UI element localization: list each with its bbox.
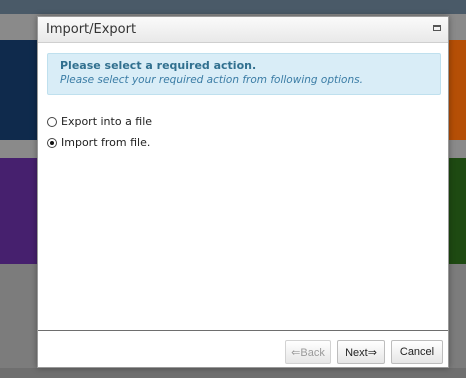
- back-button[interactable]: ⇐Back: [285, 340, 331, 364]
- cancel-button[interactable]: Cancel: [391, 340, 443, 364]
- background-bottom: [0, 368, 466, 378]
- footer-divider: [38, 330, 448, 331]
- info-alert: Please select a required action. Please …: [47, 53, 441, 95]
- background-tile-gray-left: [0, 264, 40, 378]
- export-label[interactable]: Export into a file: [61, 115, 152, 128]
- alert-title: Please select a required action.: [60, 59, 257, 72]
- maximize-icon[interactable]: [433, 25, 441, 31]
- background-tile-green: [449, 158, 466, 264]
- background-top-strip: [0, 0, 466, 14]
- import-export-dialog: Import/Export Please select a required a…: [37, 16, 449, 368]
- background-tile-gray-right: [449, 264, 466, 378]
- option-export[interactable]: Export into a file: [47, 115, 152, 128]
- background-tile-orange: [449, 40, 466, 140]
- dialog-title: Import/Export: [46, 22, 137, 37]
- dialog-titlebar[interactable]: Import/Export: [38, 17, 448, 43]
- background-tile-purple: [0, 158, 40, 264]
- option-import[interactable]: Import from file.: [47, 136, 150, 149]
- import-label[interactable]: Import from file.: [61, 136, 150, 149]
- next-button[interactable]: Next⇒: [337, 340, 385, 364]
- alert-text: Please select your required action from …: [60, 74, 363, 86]
- import-radio[interactable]: [47, 137, 57, 148]
- export-radio[interactable]: [47, 116, 57, 127]
- background-tile-blue: [0, 40, 40, 140]
